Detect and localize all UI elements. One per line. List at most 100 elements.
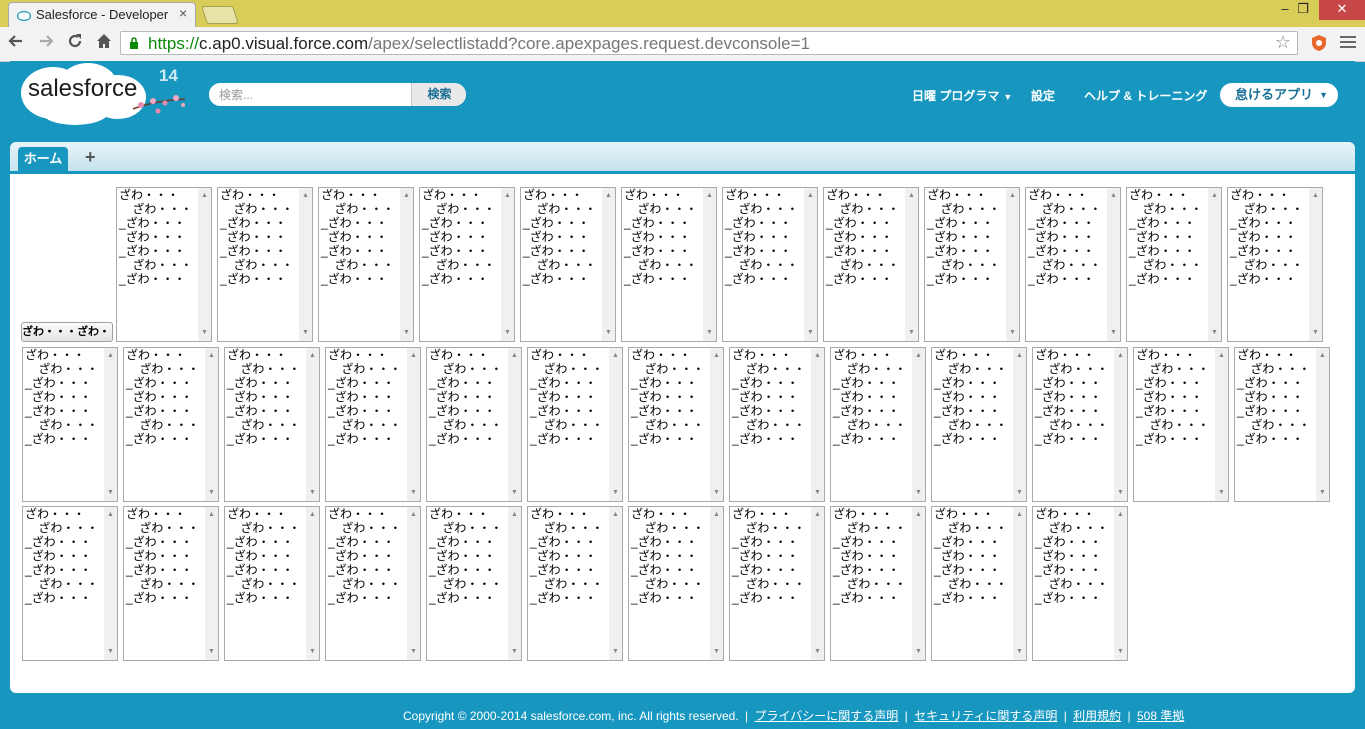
listbox-scrollbar[interactable]: ▲ ▼ [1006,188,1019,341]
listbox-option[interactable]: ざわ・・・ [25,577,104,591]
zawa-listbox[interactable]: ざわ・・・ ざわ・・・ _ざわ・・・ ざわ・・・ _ざわ・・・ ざわ・・・ _ざわ・・… [830,347,926,502]
zawa-listbox[interactable]: ざわ・・・ ざわ・・・ _ざわ・・・ ざわ・・・ _ざわ・・・ ざわ・・・ _ざわ・・… [931,506,1027,661]
menu-icon[interactable] [1340,36,1356,50]
listbox-option[interactable]: _ざわ・・・ [624,216,703,230]
home-icon[interactable] [93,32,115,54]
zawa-listbox[interactable]: ざわ・・・ ざわ・・・ _ざわ・・・ ざわ・・・ _ざわ・・・ ざわ・・・ _ざわ・・… [1032,506,1128,661]
scroll-up-arrow-icon[interactable]: ▲ [208,352,215,360]
listbox-option[interactable]: _ざわ・・・ [927,216,1006,230]
scroll-down-arrow-icon[interactable]: ▼ [309,648,316,656]
scroll-up-arrow-icon[interactable]: ▲ [1016,511,1023,519]
listbox-option[interactable]: ざわ・・・ [934,521,1013,535]
listbox-option[interactable]: ざわ・・・ [833,577,912,591]
zawa-listbox[interactable]: ざわ・・・ ざわ・・・ _ざわ・・・ ざわ・・・ _ざわ・・・ ざわ・・・ _ざわ・・… [722,187,818,342]
listbox-option[interactable]: ざわ・・・ [732,418,811,432]
listbox-option[interactable]: ざわ・・・ [321,258,400,272]
listbox-scrollbar[interactable]: ▲ ▼ [508,507,521,660]
scroll-down-arrow-icon[interactable]: ▼ [511,489,518,497]
listbox-option[interactable]: _ざわ・・・ [826,272,905,286]
listbox-option[interactable]: ざわ・・・ [631,390,710,404]
listbox-option[interactable]: ざわ・・・ [328,577,407,591]
listbox-option[interactable]: ざわ・・・ [1230,188,1309,202]
scroll-down-arrow-icon[interactable]: ▼ [107,489,114,497]
scroll-up-arrow-icon[interactable]: ▲ [302,192,309,200]
listbox-option[interactable]: _ざわ・・・ [530,591,609,605]
zawa-listbox[interactable]: ざわ・・・ ざわ・・・ _ざわ・・・ ざわ・・・ _ざわ・・・ ざわ・・・ _ざわ・・… [217,187,313,342]
listbox-option[interactable]: _ざわ・・・ [530,404,609,418]
scroll-down-arrow-icon[interactable]: ▼ [410,648,417,656]
scroll-down-arrow-icon[interactable]: ▼ [814,648,821,656]
listbox-option[interactable]: _ざわ・・・ [422,216,501,230]
listbox-option[interactable]: _ざわ・・・ [833,432,912,446]
zawa-listbox[interactable]: ざわ・・・ ざわ・・・ _ざわ・・・ ざわ・・・ _ざわ・・・ ざわ・・・ _ざわ・・… [830,506,926,661]
listbox-option[interactable]: _ざわ・・・ [1035,432,1114,446]
scroll-down-arrow-icon[interactable]: ▼ [208,489,215,497]
listbox-option[interactable]: ざわ・・・ [25,418,104,432]
listbox-option[interactable]: ざわ・・・ [220,188,299,202]
reload-icon[interactable] [64,32,86,54]
listbox-option[interactable]: ざわ・・・ [429,507,508,521]
listbox-option[interactable]: ざわ・・・ [1035,390,1114,404]
listbox-option[interactable]: ざわ・・・ [833,507,912,521]
scroll-up-arrow-icon[interactable]: ▲ [410,352,417,360]
listbox-option[interactable]: ざわ・・・ [126,577,205,591]
zawa-listbox[interactable]: ざわ・・・ ざわ・・・ _ざわ・・・ ざわ・・・ _ざわ・・・ ざわ・・・ _ざわ・・… [527,347,623,502]
listbox-option[interactable]: _ざわ・・・ [1230,244,1309,258]
listbox-option[interactable]: _ざわ・・・ [732,404,811,418]
scroll-down-arrow-icon[interactable]: ▼ [915,489,922,497]
close-tab-icon[interactable]: × [179,5,187,21]
scroll-up-arrow-icon[interactable]: ▲ [915,511,922,519]
listbox-scrollbar[interactable]: ▲ ▼ [198,188,211,341]
zawa-listbox[interactable]: ざわ・・・ ざわ・・・ _ざわ・・・ ざわ・・・ _ざわ・・・ ざわ・・・ _ざわ・・… [123,347,219,502]
zawa-listbox[interactable]: ざわ・・・ ざわ・・・ _ざわ・・・ ざわ・・・ _ざわ・・・ ざわ・・・ _ざわ・・… [22,506,118,661]
listbox-option[interactable]: _ざわ・・・ [25,432,104,446]
listbox-option[interactable]: ざわ・・・ [126,418,205,432]
listbox-option[interactable]: _ざわ・・・ [732,563,811,577]
listbox-option[interactable]: _ざわ・・・ [1136,404,1215,418]
listbox-option[interactable]: _ざわ・・・ [328,432,407,446]
listbox-option[interactable]: ざわ・・・ [422,188,501,202]
zawa-listbox[interactable]: ざわ・・・ ざわ・・・ _ざわ・・・ ざわ・・・ _ざわ・・・ ざわ・・・ _ざわ・・… [325,506,421,661]
listbox-option[interactable]: _ざわ・・・ [1028,272,1107,286]
listbox-option[interactable]: ざわ・・・ [119,230,198,244]
listbox-scrollbar[interactable]: ▲ ▼ [205,348,218,501]
listbox-option[interactable]: _ざわ・・・ [631,591,710,605]
listbox-option[interactable]: ざわ・・・ [126,362,205,376]
listbox-option[interactable]: ざわ・・・ [624,258,703,272]
listbox-option[interactable]: ざわ・・・ [631,577,710,591]
listbox-option[interactable]: ざわ・・・ [1237,390,1316,404]
listbox-scrollbar[interactable]: ▲ ▼ [1215,348,1228,501]
listbox-option[interactable]: ざわ・・・ [530,507,609,521]
listbox-option[interactable]: _ざわ・・・ [429,563,508,577]
listbox-option[interactable]: ざわ・・・ [833,390,912,404]
listbox-option[interactable]: ざわ・・・ [227,362,306,376]
listbox-option[interactable]: ざわ・・・ [429,390,508,404]
listbox-option[interactable]: _ざわ・・・ [25,404,104,418]
listbox-option[interactable]: _ざわ・・・ [631,404,710,418]
listbox-option[interactable]: _ざわ・・・ [1230,272,1309,286]
listbox-option[interactable]: _ざわ・・・ [25,563,104,577]
listbox-option[interactable]: ざわ・・・ [927,188,1006,202]
salesforce-logo[interactable]: salesforce 14 [13,61,193,127]
listbox-scrollbar[interactable]: ▲ ▼ [912,348,925,501]
listbox-option[interactable]: _ざわ・・・ [429,535,508,549]
zawa-listbox[interactable]: ざわ・・・ ざわ・・・ _ざわ・・・ ざわ・・・ _ざわ・・・ ざわ・・・ _ざわ・・… [1133,347,1229,502]
zawa-listbox[interactable]: ざわ・・・ ざわ・・・ _ざわ・・・ ざわ・・・ _ざわ・・・ ざわ・・・ _ざわ・・… [931,347,1027,502]
bookmark-star-icon[interactable]: ☆ [1275,32,1291,53]
scroll-down-arrow-icon[interactable]: ▼ [908,329,915,337]
help-training-link[interactable]: ヘルプ & トレーニング [1084,87,1207,104]
listbox-option[interactable]: _ざわ・・・ [1028,216,1107,230]
listbox-option[interactable]: _ざわ・・・ [321,272,400,286]
listbox-option[interactable]: _ざわ・・・ [328,535,407,549]
listbox-option[interactable]: ざわ・・・ [1136,362,1215,376]
listbox-option[interactable]: ざわ・・・ [523,202,602,216]
listbox-option[interactable]: _ざわ・・・ [631,535,710,549]
listbox-option[interactable]: ざわ・・・ [1035,418,1114,432]
zawa-listbox[interactable]: ざわ・・・ ざわ・・・ _ざわ・・・ ざわ・・・ _ざわ・・・ ざわ・・・ _ざわ・・… [116,187,212,342]
zawa-listbox[interactable]: ざわ・・・ ざわ・・・ _ざわ・・・ ざわ・・・ _ざわ・・・ ざわ・・・ _ざわ・・… [621,187,717,342]
zawa-listbox[interactable]: ざわ・・・ ざわ・・・ _ざわ・・・ ざわ・・・ _ざわ・・・ ざわ・・・ _ざわ・・… [527,506,623,661]
listbox-option[interactable]: ざわ・・・ [934,362,1013,376]
listbox-option[interactable]: _ざわ・・・ [631,563,710,577]
listbox-option[interactable]: ざわ・・・ [227,418,306,432]
listbox-option[interactable]: _ざわ・・・ [732,432,811,446]
